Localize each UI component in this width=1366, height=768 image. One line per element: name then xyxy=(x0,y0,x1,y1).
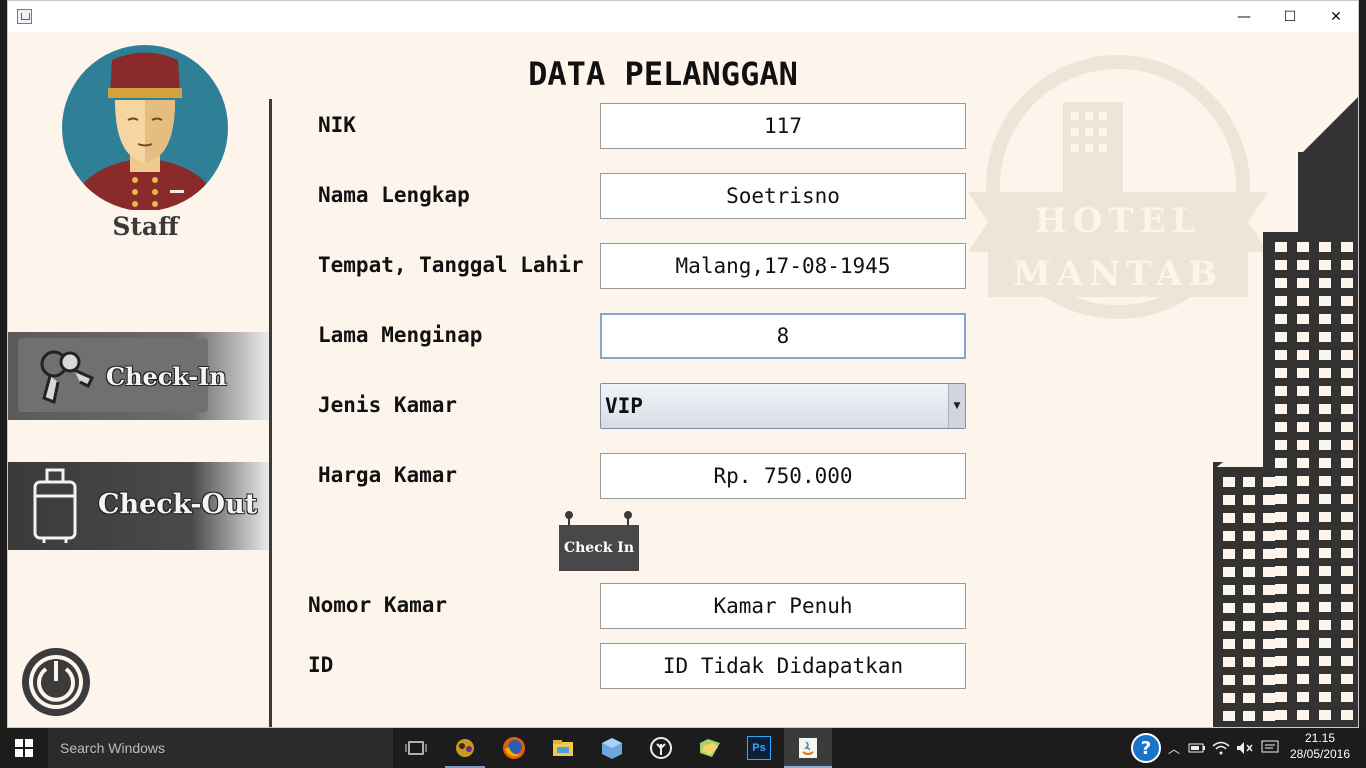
tempat-tanggal-lahir-label: Tempat, Tanggal Lahir xyxy=(318,253,584,277)
tree-icon[interactable] xyxy=(637,728,685,768)
jenis-kamar-label: Jenis Kamar xyxy=(318,393,458,417)
harga-kamar-label: Harga Kamar xyxy=(318,463,458,487)
help-icon[interactable]: ? xyxy=(1128,728,1164,768)
check-in-menu-button[interactable]: Check-In xyxy=(8,332,270,420)
close-button[interactable]: ✕ xyxy=(1313,1,1358,32)
wifi-icon[interactable] xyxy=(1210,728,1232,768)
clock-date: 28/05/2016 xyxy=(1289,747,1351,761)
sidebar: Staff Check-In Check-Out xyxy=(8,32,270,727)
nomor-kamar-label: Nomor Kamar xyxy=(308,593,448,617)
check-out-menu-button[interactable]: Check-Out xyxy=(8,462,270,550)
lama-menginap-label: Lama Menginap xyxy=(318,323,483,347)
task-view-icon[interactable] xyxy=(392,728,440,768)
game-icon[interactable] xyxy=(441,728,489,768)
check-out-menu-label: Check-Out xyxy=(98,489,258,520)
watermark-line1: HOTEL xyxy=(1035,201,1202,241)
nik-field[interactable]: 117 xyxy=(600,103,966,149)
title-bar: — ☐ ✕ xyxy=(8,1,1358,32)
windows-logo-icon xyxy=(15,739,33,757)
id-label: ID xyxy=(308,653,334,677)
main-content: HOTEL MANTAB Staff Check-In Check-Out DA… xyxy=(8,32,1358,727)
notifications-icon[interactable] xyxy=(1258,728,1282,768)
start-button[interactable] xyxy=(0,728,48,768)
check-in-button-label: Check In xyxy=(563,540,635,556)
sidebar-divider xyxy=(269,99,272,727)
staff-avatar xyxy=(62,45,228,210)
box-icon[interactable] xyxy=(588,728,636,768)
battery-icon[interactable] xyxy=(1186,728,1208,768)
jenis-kamar-value: VIP xyxy=(605,394,643,418)
dropdown-arrow-icon[interactable]: ▼ xyxy=(948,384,965,428)
power-icon[interactable] xyxy=(21,647,91,717)
jenis-kamar-select[interactable]: VIP ▼ xyxy=(600,383,966,429)
check-in-menu-label: Check-In xyxy=(106,362,227,391)
volume-muted-icon[interactable] xyxy=(1234,728,1256,768)
chevron-up-icon[interactable]: ︿ xyxy=(1164,728,1184,768)
keys-icon xyxy=(40,350,95,405)
id-field[interactable]: ID Tidak Didapatkan xyxy=(600,643,966,689)
minimize-button[interactable]: — xyxy=(1221,1,1267,32)
lama-menginap-field[interactable]: 8 xyxy=(600,313,966,359)
suitcase-icon xyxy=(33,468,77,543)
nama-lengkap-field[interactable]: Soetrisno xyxy=(600,173,966,219)
check-in-button[interactable]: Check In xyxy=(559,511,639,572)
taskbar-clock[interactable]: 21.15 28/05/2016 xyxy=(1284,730,1356,762)
folder-icon[interactable] xyxy=(686,728,734,768)
taskbar-search[interactable]: Search Windows xyxy=(48,728,393,768)
maximize-button[interactable]: ☐ xyxy=(1267,1,1313,32)
harga-kamar-field[interactable]: Rp. 750.000 xyxy=(600,453,966,499)
taskbar: Search Windows Ps ? ︿ 21.15 28/05/2016 xyxy=(0,728,1366,768)
clock-time: 21.15 xyxy=(1304,731,1336,745)
nomor-kamar-field[interactable]: Kamar Penuh xyxy=(600,583,966,629)
building-silhouette xyxy=(1213,97,1358,727)
nama-lengkap-label: Nama Lengkap xyxy=(318,183,470,207)
nik-label: NIK xyxy=(318,113,356,137)
file-explorer-icon[interactable] xyxy=(539,728,587,768)
watermark-line2: MANTAB xyxy=(1013,254,1223,294)
firefox-icon[interactable] xyxy=(490,728,538,768)
java-app-icon xyxy=(17,9,32,24)
staff-label: Staff xyxy=(112,212,179,241)
java-icon[interactable] xyxy=(784,728,832,768)
photoshop-icon[interactable]: Ps xyxy=(735,728,783,768)
tempat-tanggal-lahir-field[interactable]: Malang,17-08-1945 xyxy=(600,243,966,289)
app-window: — ☐ ✕ HOTEL MANTAB Staff Check-In Check-… xyxy=(7,0,1359,728)
page-title: DATA PELANGGAN xyxy=(528,55,798,93)
